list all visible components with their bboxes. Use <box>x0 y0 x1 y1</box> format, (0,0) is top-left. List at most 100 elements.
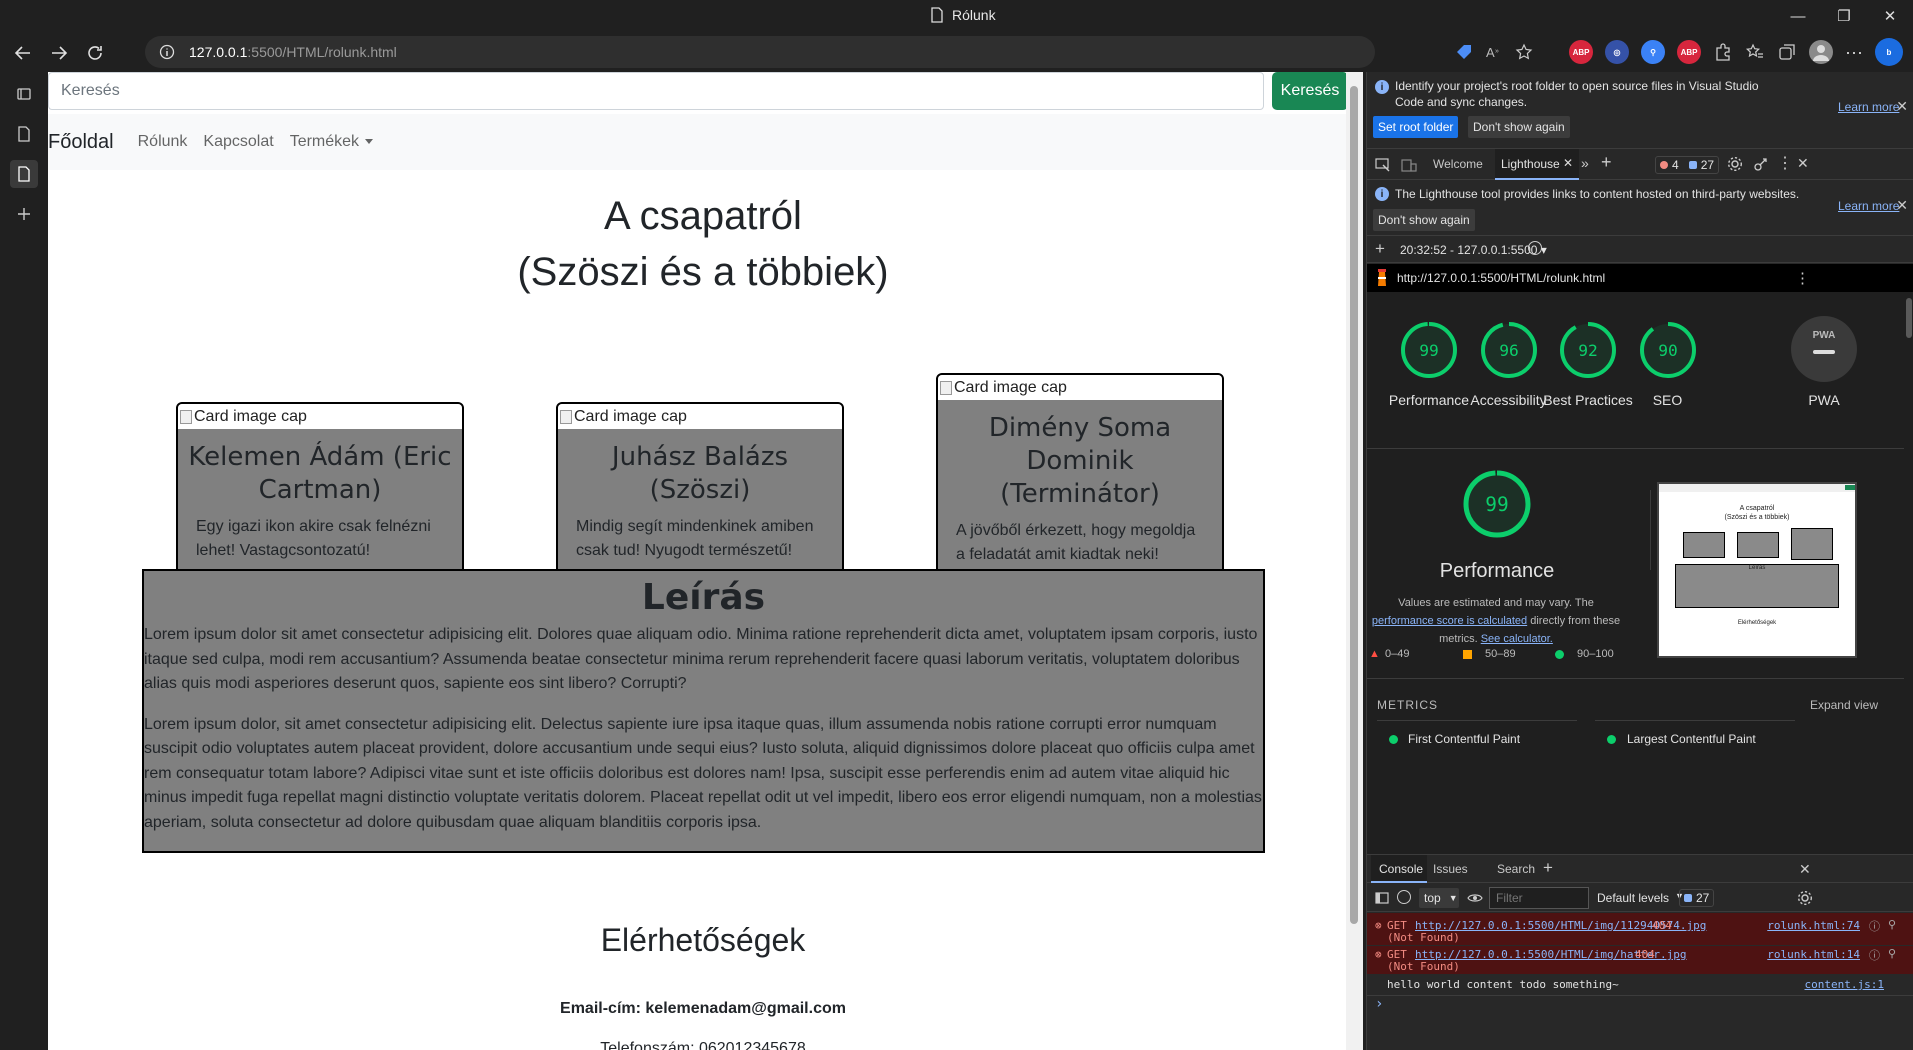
read-aloud-icon[interactable]: A» <box>1485 43 1503 61</box>
scrollbar-thumb[interactable] <box>1906 298 1912 338</box>
search-input[interactable] <box>48 72 1264 110</box>
error-source-link[interactable]: rolunk.html:14 <box>1767 948 1860 961</box>
error-source-link[interactable]: rolunk.html:74 <box>1767 919 1860 932</box>
forward-button[interactable] <box>46 40 72 66</box>
more-tabs-icon[interactable]: » <box>1581 155 1589 171</box>
console-prompt[interactable]: › <box>1367 995 1913 1013</box>
inspect-element-icon[interactable] <box>1375 157 1391 173</box>
lighthouse-scrollbar[interactable] <box>1904 292 1913 855</box>
error-status-text: (Not Found) <box>1387 960 1460 973</box>
close-infobar-icon[interactable]: ✕ <box>1896 98 1908 115</box>
score-gauge[interactable]: 96 <box>1479 320 1545 386</box>
expand-view-button[interactable]: Expand view <box>1810 698 1878 712</box>
log-levels-dropdown[interactable]: Default levels ▼ <box>1597 891 1684 905</box>
dont-show-again-button[interactable]: Don't show again <box>1468 116 1570 138</box>
abp-extension-icon[interactable]: ABP <box>1569 40 1594 64</box>
report-select[interactable]: 20:32:52 - 127.0.0.1:5500 ▾ <box>1400 243 1547 257</box>
perf-score-link[interactable]: performance score is calculated <box>1372 615 1527 627</box>
minimize-button[interactable]: — <box>1775 0 1821 32</box>
add-tab-icon[interactable]: + <box>1601 152 1612 173</box>
search-extension-icon[interactable]: ⚲ <box>1641 40 1666 64</box>
close-infobar-icon[interactable]: ✕ <box>1896 197 1908 214</box>
extensions-puzzle-icon[interactable] <box>1713 42 1733 62</box>
log-source-link[interactable]: content.js:1 <box>1805 978 1884 991</box>
more-menu-icon[interactable]: ··· <box>1845 42 1863 63</box>
close-window-button[interactable]: ✕ <box>1867 0 1913 32</box>
infobar-text: Identify your project's root folder to o… <box>1395 79 1759 109</box>
drawer-tab-search[interactable]: Search <box>1497 862 1535 876</box>
favorite-star-icon[interactable] <box>1515 43 1533 61</box>
team-card: Card image cap Kelemen Ádám (Eric Cartma… <box>176 402 464 585</box>
pwa-badge[interactable]: PWA <box>1791 316 1857 382</box>
card-image-alt: Card image cap <box>194 407 307 425</box>
collections-icon[interactable] <box>1777 42 1797 62</box>
remote-devices-icon[interactable] <box>1753 156 1769 172</box>
nav-link-kapcsolat[interactable]: Kapcsolat <box>203 133 273 151</box>
report-url[interactable]: http://127.0.0.1:5500/HTML/rolunk.html <box>1397 271 1605 285</box>
close-devtools-icon[interactable]: ✕ <box>1797 155 1809 172</box>
scrollbar-thumb[interactable] <box>1350 86 1358 924</box>
tab-actions-icon[interactable] <box>10 80 38 108</box>
sidebar-toggle-icon[interactable] <box>1375 891 1389 905</box>
nav-brand[interactable]: Főoldal <box>48 131 114 154</box>
performance-description: Values are estimated and may vary. The p… <box>1367 594 1625 648</box>
clear-console-icon[interactable] <box>1397 890 1411 904</box>
drawer-tab-console[interactable]: Console <box>1371 855 1427 883</box>
set-root-folder-button[interactable]: Set root folder <box>1373 116 1459 138</box>
tag-icon[interactable] <box>1455 43 1473 61</box>
privacy-extension-icon[interactable]: ◎ <box>1605 40 1630 64</box>
learn-more-link[interactable]: Learn more <box>1838 199 1899 213</box>
score-gauge[interactable]: 90 <box>1638 320 1704 386</box>
nav-link-rolunk[interactable]: Rólunk <box>138 133 188 151</box>
page-tab-icon[interactable] <box>10 120 38 148</box>
network-info-icon[interactable]: ⓘ <box>1869 918 1880 934</box>
search-icon[interactable]: ⚲ <box>1888 947 1896 960</box>
issues-counter[interactable]: 27 <box>1679 889 1715 907</box>
window-title-text: Rólunk <box>952 7 996 23</box>
dont-show-again-button[interactable]: Don't show again <box>1373 209 1475 231</box>
drawer-tab-issues[interactable]: Issues <box>1433 862 1468 876</box>
eye-icon[interactable] <box>1467 891 1483 905</box>
abp-extension-icon-2[interactable]: ABP <box>1677 40 1702 64</box>
window-titlebar: Rólunk — ❐ ✕ <box>0 0 1913 32</box>
nav-dropdown-termekek[interactable]: Termékek <box>290 133 374 151</box>
card-title: Juhász Balázs (Szöszi) <box>611 442 789 505</box>
search-button[interactable]: Keresés <box>1272 72 1346 110</box>
back-button[interactable] <box>10 40 36 66</box>
error-counter[interactable]: 4 27 <box>1655 156 1720 174</box>
network-info-icon[interactable]: ⓘ <box>1869 947 1880 963</box>
copilot-icon[interactable]: b <box>1875 38 1903 66</box>
report-menu-icon[interactable]: ⋮ <box>1795 269 1810 287</box>
close-drawer-icon[interactable]: ✕ <box>1799 861 1811 878</box>
address-bar[interactable]: 127.0.0.1:5500/HTML/rolunk.html <box>145 36 1375 68</box>
new-report-icon[interactable]: + <box>1375 239 1385 259</box>
final-screenshot-thumbnail[interactable]: A csapatról (Szöszi és a többiek) Leírás … <box>1657 482 1857 658</box>
tab-lighthouse[interactable]: Lighthouse ✕ <box>1495 149 1579 180</box>
new-tab-icon[interactable] <box>10 200 38 228</box>
clear-reports-icon[interactable] <box>1528 241 1542 255</box>
close-tab-icon[interactable]: ✕ <box>1563 156 1573 170</box>
thumb-description: Leírás <box>1675 564 1839 608</box>
device-toolbar-icon[interactable] <box>1401 157 1417 173</box>
favorites-icon[interactable] <box>1745 42 1765 62</box>
tab-welcome[interactable]: Welcome <box>1433 157 1483 171</box>
devtools-menu-icon[interactable]: ⋮ <box>1777 153 1793 173</box>
add-drawer-tab-icon[interactable]: + <box>1543 858 1553 878</box>
score-gauge[interactable]: 92 <box>1558 320 1624 386</box>
broken-image-icon <box>180 409 192 424</box>
refresh-button[interactable] <box>82 40 108 66</box>
active-page-tab-icon[interactable] <box>10 160 38 188</box>
console-filter-input[interactable] <box>1489 887 1589 909</box>
see-calculator-link[interactable]: See calculator. <box>1481 633 1553 645</box>
score-gauge[interactable]: 99 <box>1399 320 1465 386</box>
search-icon[interactable]: ⚲ <box>1888 918 1896 931</box>
settings-gear-icon[interactable] <box>1727 156 1743 172</box>
maximize-button[interactable]: ❐ <box>1821 0 1867 32</box>
legend-pass-icon <box>1555 650 1564 659</box>
console-settings-icon[interactable] <box>1797 890 1813 906</box>
profile-avatar-icon[interactable] <box>1809 40 1834 64</box>
performance-big-gauge: 99 <box>1463 470 1531 538</box>
page-scrollbar[interactable] <box>1346 72 1363 1050</box>
learn-more-link[interactable]: Learn more <box>1838 100 1899 114</box>
context-selector[interactable]: top ▼ <box>1419 888 1459 908</box>
